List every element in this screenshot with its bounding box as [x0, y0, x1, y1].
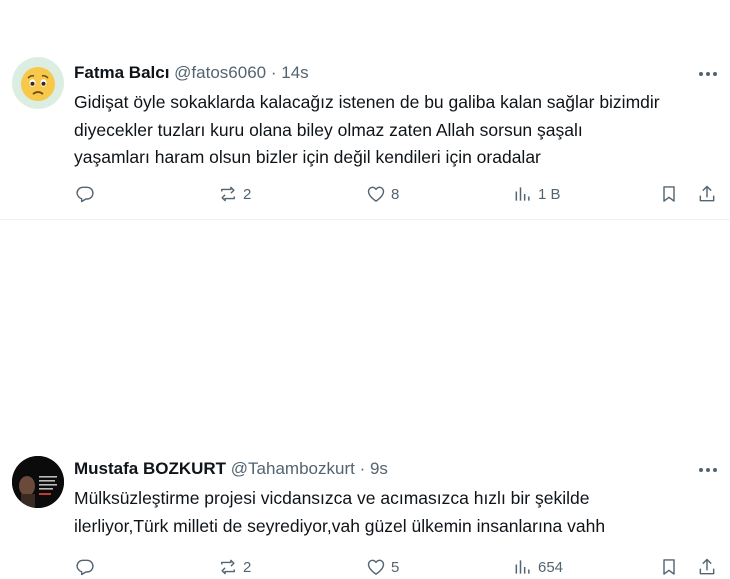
like-count: 8: [391, 185, 400, 203]
tweet-text-line: Mülksüzleştirme projesi vicdansızca ve a…: [74, 488, 590, 508]
reply-button[interactable]: [75, 555, 100, 579]
repost-icon: [221, 186, 235, 202]
views-button[interactable]: 1 B: [513, 182, 561, 206]
repost-count: 2: [243, 558, 252, 576]
tweet-actions: 2 8 1 B: [0, 182, 730, 206]
avatar[interactable]: [12, 57, 64, 109]
timestamp[interactable]: 14s: [281, 63, 308, 82]
tweet-header: Mustafa BOZKURT @Tahambozkurt · 9s: [74, 459, 388, 479]
reply-icon: [76, 186, 94, 203]
like-button[interactable]: 5: [366, 555, 399, 579]
worried-face-emoji-icon: [21, 67, 55, 101]
like-count: 5: [391, 558, 400, 576]
share-icon: [699, 185, 715, 202]
tweet-actions: 2 5 654: [0, 555, 730, 579]
tweet-text: Mülksüzleştirme projesi vicdansızca ve a…: [74, 485, 714, 540]
views-button[interactable]: 654: [513, 555, 563, 579]
user-handle[interactable]: @Tahambozkurt: [231, 459, 355, 478]
reply-button[interactable]: [75, 182, 100, 206]
bar-chart-icon: [515, 187, 530, 201]
display-name[interactable]: Mustafa BOZKURT: [74, 459, 226, 478]
tweet[interactable]: Mustafa BOZKURT @Tahambozkurt · 9s Mülks…: [0, 220, 730, 576]
tweet-text-line: diyecekler tuzları kuru olana biley olma…: [74, 119, 583, 140]
timestamp[interactable]: 9s: [370, 459, 388, 478]
display-name[interactable]: Fatma Balcı: [74, 63, 169, 82]
tweet-text-line: Gidişat öyle sokaklarda kalacağız istene…: [74, 92, 660, 112]
avatar[interactable]: [12, 456, 64, 508]
bookmark-icon: [663, 559, 675, 575]
user-handle[interactable]: @fatos6060: [174, 63, 266, 82]
bookmark-button[interactable]: [659, 182, 679, 206]
bookmark-icon: [663, 186, 675, 202]
tweet-text-line: ilerliyor,Türk milleti de seyrediyor,vah…: [74, 515, 606, 536]
reply-icon: [76, 559, 94, 576]
heart-icon: [367, 559, 385, 575]
tweet-text-line: yaşamları haram olsun bizler için değil …: [74, 147, 541, 167]
separator-dot: ·: [270, 63, 277, 82]
more-options-icon[interactable]: [696, 64, 720, 84]
tweet-header: Fatma Balcı @fatos6060 · 14s: [74, 63, 309, 83]
profile-photo: [12, 456, 64, 508]
separator-dot: ·: [359, 459, 366, 478]
repost-button[interactable]: 2: [218, 555, 251, 579]
repost-button[interactable]: 2: [218, 182, 251, 206]
heart-icon: [367, 186, 385, 202]
tweet[interactable]: Fatma Balcı @fatos6060 · 14s Gidişat öyl…: [0, 0, 730, 220]
view-count: 1 B: [538, 185, 561, 203]
share-icon: [699, 558, 715, 575]
share-button[interactable]: [697, 182, 717, 206]
repost-count: 2: [243, 185, 252, 203]
bar-chart-icon: [515, 560, 530, 574]
share-button[interactable]: [697, 555, 717, 579]
like-button[interactable]: 8: [366, 182, 399, 206]
tweet-text: Gidişat öyle sokaklarda kalacağız istene…: [74, 89, 714, 172]
repost-icon: [221, 559, 235, 575]
view-count: 654: [538, 558, 564, 576]
bookmark-button[interactable]: [659, 555, 679, 579]
more-options-icon[interactable]: [696, 460, 720, 480]
